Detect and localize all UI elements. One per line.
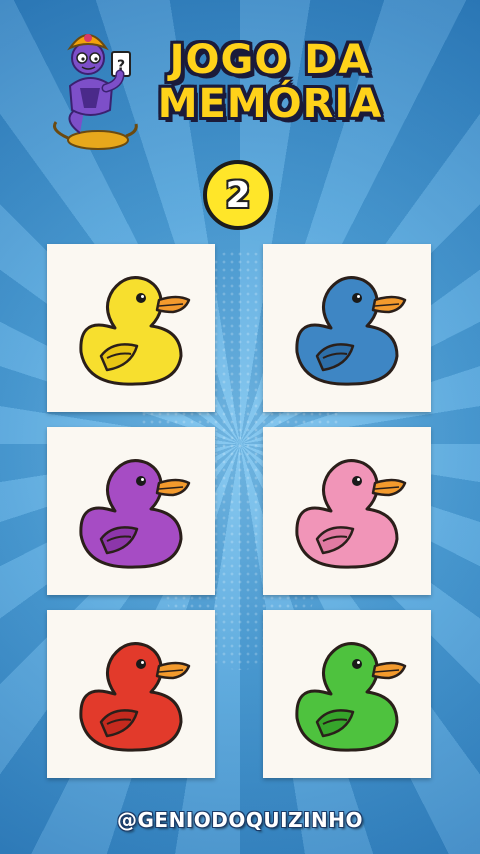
pink-duck-card[interactable] xyxy=(263,427,431,595)
title-line-2: MEMÓRIA xyxy=(157,81,383,127)
title-line-1: JOGO DA xyxy=(169,37,371,83)
channel-handle: @GENIODOQUIZINHO xyxy=(117,808,363,832)
red-duck-card[interactable] xyxy=(47,610,215,778)
game-title: JOGO DA MEMÓRIA xyxy=(150,38,390,126)
green-duck-card[interactable] xyxy=(263,610,431,778)
duck-icon xyxy=(295,459,407,569)
duck-icon xyxy=(79,276,191,386)
yellow-duck-card[interactable] xyxy=(47,244,215,412)
purple-duck-card[interactable] xyxy=(47,427,215,595)
duck-icon xyxy=(79,642,191,752)
round-counter-badge: 2 xyxy=(203,160,273,230)
blue-duck-card[interactable] xyxy=(263,244,431,412)
duck-icon xyxy=(295,642,407,752)
duck-icon xyxy=(295,276,407,386)
duck-icon xyxy=(79,459,191,569)
genie-mascot-icon: ? xyxy=(53,34,138,150)
